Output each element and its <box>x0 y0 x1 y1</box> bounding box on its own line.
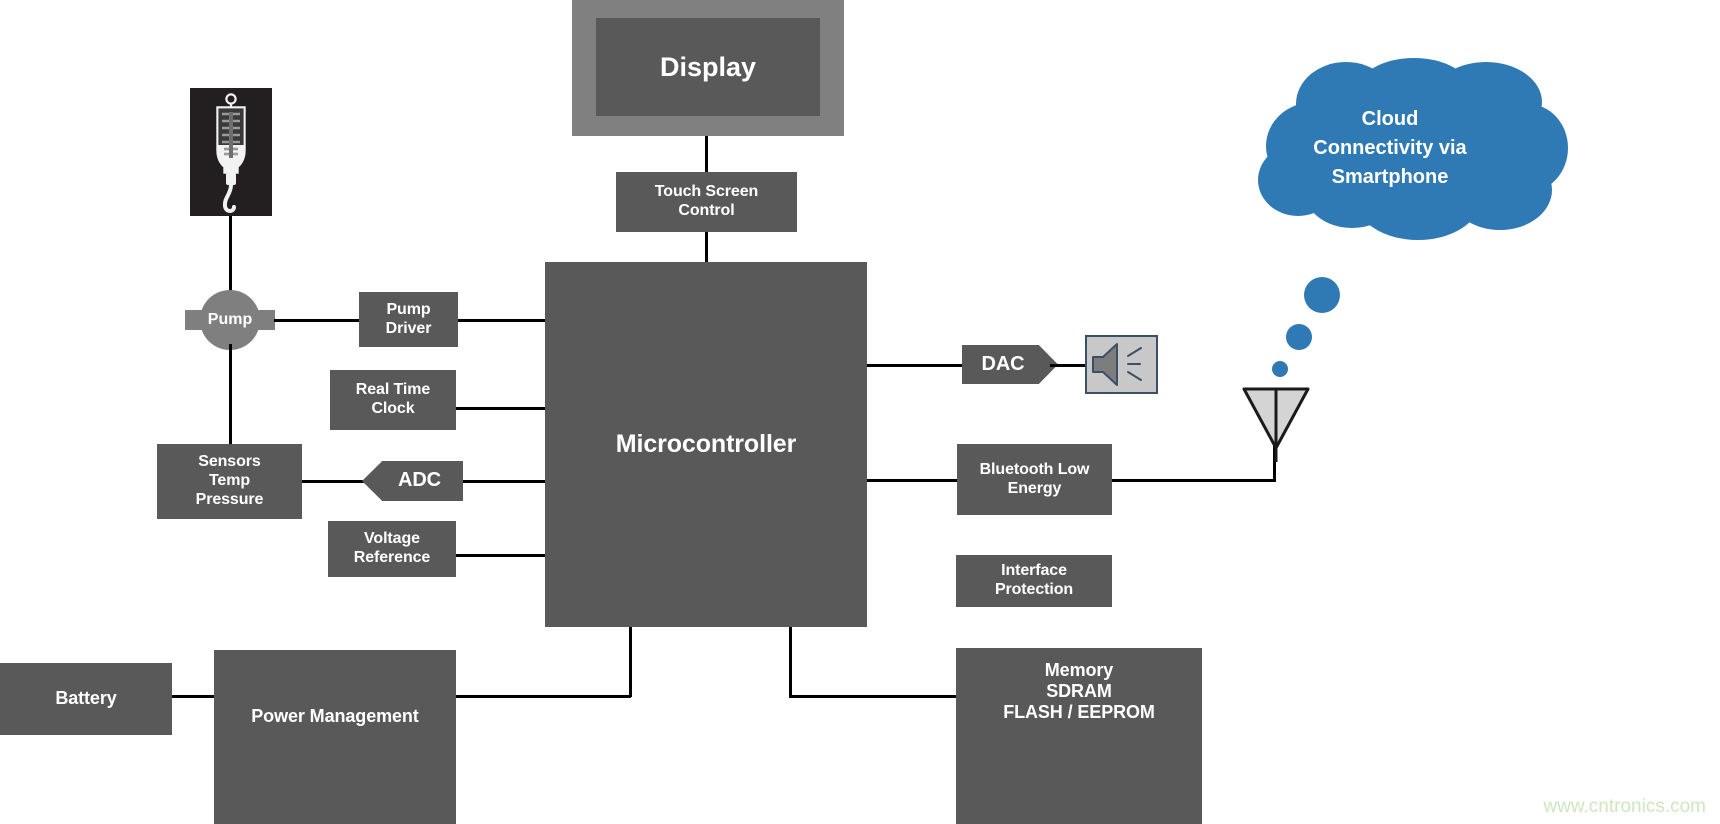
connector-dac-to-speaker <box>1050 364 1086 367</box>
connector-powermgmt-to-mcu <box>455 695 631 698</box>
antenna-icon <box>1238 386 1314 464</box>
microcontroller-block[interactable]: Microcontroller <box>545 262 867 627</box>
connector-battery-to-powermgmt <box>172 695 214 698</box>
speaker-icon <box>1085 335 1158 394</box>
connector-mcu-to-memory <box>789 695 957 698</box>
connector-vref-to-mcu <box>456 554 548 557</box>
connector-mcu-to-dac <box>867 364 962 367</box>
block-diagram-canvas: Display Touch Screen Control Pump Pump D… <box>0 0 1720 824</box>
cloud-bubble-dot-large <box>1304 277 1340 313</box>
connector-ble-to-antenna <box>1112 479 1276 482</box>
real-time-clock-block[interactable]: Real Time Clock <box>330 370 456 430</box>
dac-block[interactable]: DAC <box>962 345 1058 384</box>
iv-bag-icon <box>190 88 272 216</box>
adc-block[interactable]: ADC <box>362 461 463 501</box>
cloud-bubble-dot-medium <box>1286 324 1312 350</box>
pump-driver-block[interactable]: Pump Driver <box>359 292 458 347</box>
connector-pumpdriver-to-mcu <box>458 319 548 322</box>
interface-protection-block[interactable]: Interface Protection <box>956 555 1112 607</box>
touch-screen-control-block[interactable]: Touch Screen Control <box>616 172 797 232</box>
site-watermark: www.cntronics.com <box>1543 796 1706 817</box>
pump-label: Pump <box>207 311 253 328</box>
connector-mcu-bottom-left <box>629 627 632 697</box>
voltage-reference-block[interactable]: Voltage Reference <box>328 521 456 577</box>
connector-display-to-touch <box>705 136 708 172</box>
connector-ivbag-to-pump <box>229 216 232 296</box>
connector-sensors-to-adc <box>302 480 368 483</box>
power-management-block[interactable]: Power Management <box>214 650 456 824</box>
battery-block[interactable]: Battery <box>0 663 172 735</box>
connector-mcu-to-ble <box>867 479 957 482</box>
connector-mcu-bottom-right <box>789 627 792 697</box>
cloud-bubble-dot-small <box>1272 361 1288 377</box>
connector-pump-to-sensors <box>229 344 232 444</box>
connector-touch-to-mcu <box>705 232 708 264</box>
connector-pump-to-pumpdriver <box>274 319 360 322</box>
connector-adc-to-mcu <box>463 480 548 483</box>
display-block[interactable]: Display <box>596 18 820 116</box>
cloud-label: Cloud Connectivity via Smartphone <box>1313 108 1467 188</box>
connector-rtc-to-mcu <box>456 407 548 410</box>
bluetooth-low-energy-block[interactable]: Bluetooth Low Energy <box>957 444 1112 515</box>
memory-block[interactable]: Memory SDRAM FLASH / EEPROM <box>956 648 1202 824</box>
sensors-block[interactable]: Sensors Temp Pressure <box>157 444 302 519</box>
